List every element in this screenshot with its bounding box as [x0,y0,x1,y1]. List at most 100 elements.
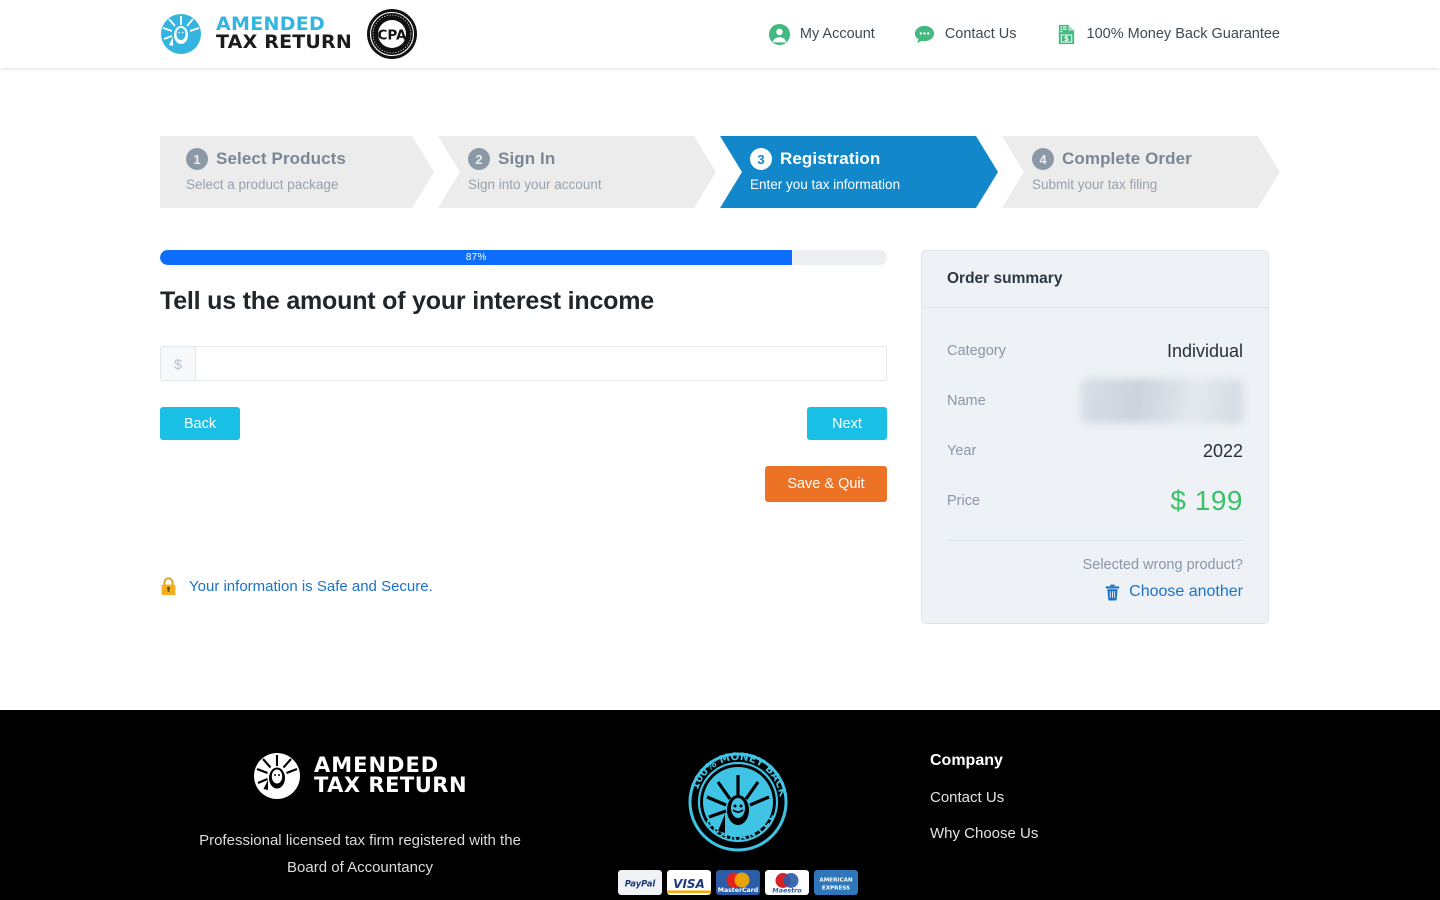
footer-logo: AMENDED TAX RETURN [160,752,560,800]
wrong-product-text: Selected wrong product? [1082,557,1243,573]
chat-bubble-icon [914,25,934,43]
summary-row-price: Price $ 199 [947,476,1243,526]
footer-link-contact-us[interactable]: Contact Us [930,789,1280,806]
save-button-row: Save & Quit [160,466,887,502]
nav-contact-us[interactable]: Contact Us [913,23,1017,46]
summary-row-category: Category Individual [947,326,1243,376]
brand-line-2: TAX RETURN [216,31,352,53]
security-notice-text: Your information is Safe and Secure. [189,578,433,595]
footer-company-column: Company Contact Us Why Choose Us [915,752,1280,895]
step-4-title-row: 4 Complete Order [1032,148,1280,170]
header-inner: AMENDED TAX RETURN CPA My Account Contac… [160,0,1280,68]
paypal-icon: PayPal [617,870,662,895]
step-2-label: Sign In [498,149,556,168]
step-3-subtitle: Enter you tax information [750,177,901,192]
summary-row-year: Year 2022 [947,426,1243,476]
summary-value-category: Individual [1166,340,1243,361]
footer-brand-line-2: TAX RETURN [313,773,468,797]
payment-methods-row: PayPal VISA MasterCard Maestro AMERICAN … [560,870,915,895]
summary-divider [947,540,1243,541]
svg-text:MasterCard: MasterCard [717,887,757,894]
money-back-guarantee-badge-icon: 100% MONEY BACK GUARANTEE [688,752,788,852]
nav-money-back-guarantee[interactable]: $ 100% Money Back Guarantee [1055,23,1280,46]
step-1-label: Select Products [216,149,346,168]
svg-text:EXPRESS: EXPRESS [821,886,849,892]
security-notice: Your information is Safe and Secure. [160,577,887,596]
cpa-seal-icon: CPA [366,9,417,59]
footer-company-heading: Company [930,752,1003,769]
site-header: AMENDED TAX RETURN CPA My Account Contac… [0,0,1440,68]
footer-tagline-line-2: Board of Accountancy [287,859,433,876]
save-and-quit-button[interactable]: Save & Quit [765,466,887,502]
user-circle-icon [768,23,790,45]
brand-wordmark: AMENDED TAX RETURN [216,15,352,53]
order-summary-body: Category Individual Name Year 2022 Price… [922,308,1268,623]
summary-label-price: Price [947,493,981,509]
form-column: 87% Tell us the amount of your interest … [160,250,887,596]
mastercard-icon: MasterCard [715,870,760,895]
step-4-complete-order[interactable]: 4 Complete Order Submit your tax filing [1002,136,1280,208]
footer-inner: AMENDED TAX RETURN Professional licensed… [160,710,1280,895]
order-summary-panel: Order summary Category Individual Name Y… [921,250,1269,624]
nav-button-row: Back Next [160,407,887,440]
checkout-steps: 1 Select Products Select a product packa… [160,136,1280,208]
money-document-icon: $ [1058,24,1074,44]
step-3-registration[interactable]: 3 Registration Enter you tax information [720,136,998,208]
summary-footer: Selected wrong product? Choose another [947,557,1243,601]
step-4-label: Complete Order [1062,149,1192,168]
question-title: Tell us the amount of your interest inco… [160,287,654,315]
summary-label-name: Name [947,393,986,409]
step-2-sign-in[interactable]: 2 Sign In Sign into your account [438,136,716,208]
summary-label-year: Year [947,443,977,459]
brand-logo[interactable]: AMENDED TAX RETURN CPA [160,8,418,60]
svg-text:VISA: VISA [673,877,705,891]
currency-symbol-addon: $ [161,347,196,380]
header-nav: My Account Contact Us $ 100% Money Back … [768,23,1280,46]
svg-text:PayPal: PayPal [624,879,655,889]
summary-row-name: Name [947,376,1243,426]
maestro-icon: Maestro [764,870,809,895]
step-3-label: Registration [780,149,881,168]
progress-bar-fill: 87% [160,250,793,265]
step-1-number: 1 [186,148,208,170]
statue-of-liberty-logo-icon [161,14,201,54]
interest-income-input[interactable] [196,347,886,380]
step-2-subtitle: Sign into your account [468,177,602,192]
amount-input-group: $ [160,346,887,381]
step-1-title-row: 1 Select Products [186,148,434,170]
svg-text:$: $ [1064,33,1069,42]
statue-of-liberty-logo-icon [253,753,300,799]
step-3-title-row: 3 Registration [750,148,998,170]
footer-badge-column: 100% MONEY BACK GUARANTEE PayPal VISA Ma… [560,752,915,895]
progress-bar: 87% [160,250,887,265]
step-4-number: 4 [1032,148,1054,170]
step-2-title-row: 2 Sign In [468,148,716,170]
order-summary-heading: Order summary [922,251,1268,308]
step-1-select-products[interactable]: 1 Select Products Select a product packa… [160,136,434,208]
visa-icon: VISA [666,870,711,895]
footer-tagline-line-1: Professional licensed tax firm registere… [199,832,521,849]
nav-my-account[interactable]: My Account [768,23,875,46]
nav-my-account-label: My Account [799,26,875,42]
back-button[interactable]: Back [160,407,240,440]
footer-tagline: Professional licensed tax firm registere… [160,827,560,881]
progress-percent-label: 87% [465,252,487,263]
footer-wordmark: AMENDED TAX RETURN [313,755,468,797]
step-1-subtitle: Select a product package [186,177,339,192]
footer-link-why-choose-us[interactable]: Why Choose Us [930,825,1280,842]
site-footer: AMENDED TAX RETURN Professional licensed… [0,710,1440,900]
trash-icon [1105,584,1120,600]
american-express-icon: AMERICAN EXPRESS [813,870,858,895]
step-3-number: 3 [750,148,772,170]
nav-money-back-guarantee-label: 100% Money Back Guarantee [1086,26,1280,42]
page-container: 1 Select Products Select a product packa… [160,136,1280,624]
next-button[interactable]: Next [807,407,887,440]
choose-another-link[interactable]: Choose another [947,583,1243,601]
step-4-subtitle: Submit your tax filing [1032,177,1158,192]
summary-label-category: Category [947,343,1006,359]
step-2-number: 2 [468,148,490,170]
lock-icon [161,577,176,595]
summary-value-price: $ 199 [1170,485,1243,516]
summary-value-name-redacted [1081,379,1243,423]
footer-brand-column: AMENDED TAX RETURN Professional licensed… [160,752,560,895]
